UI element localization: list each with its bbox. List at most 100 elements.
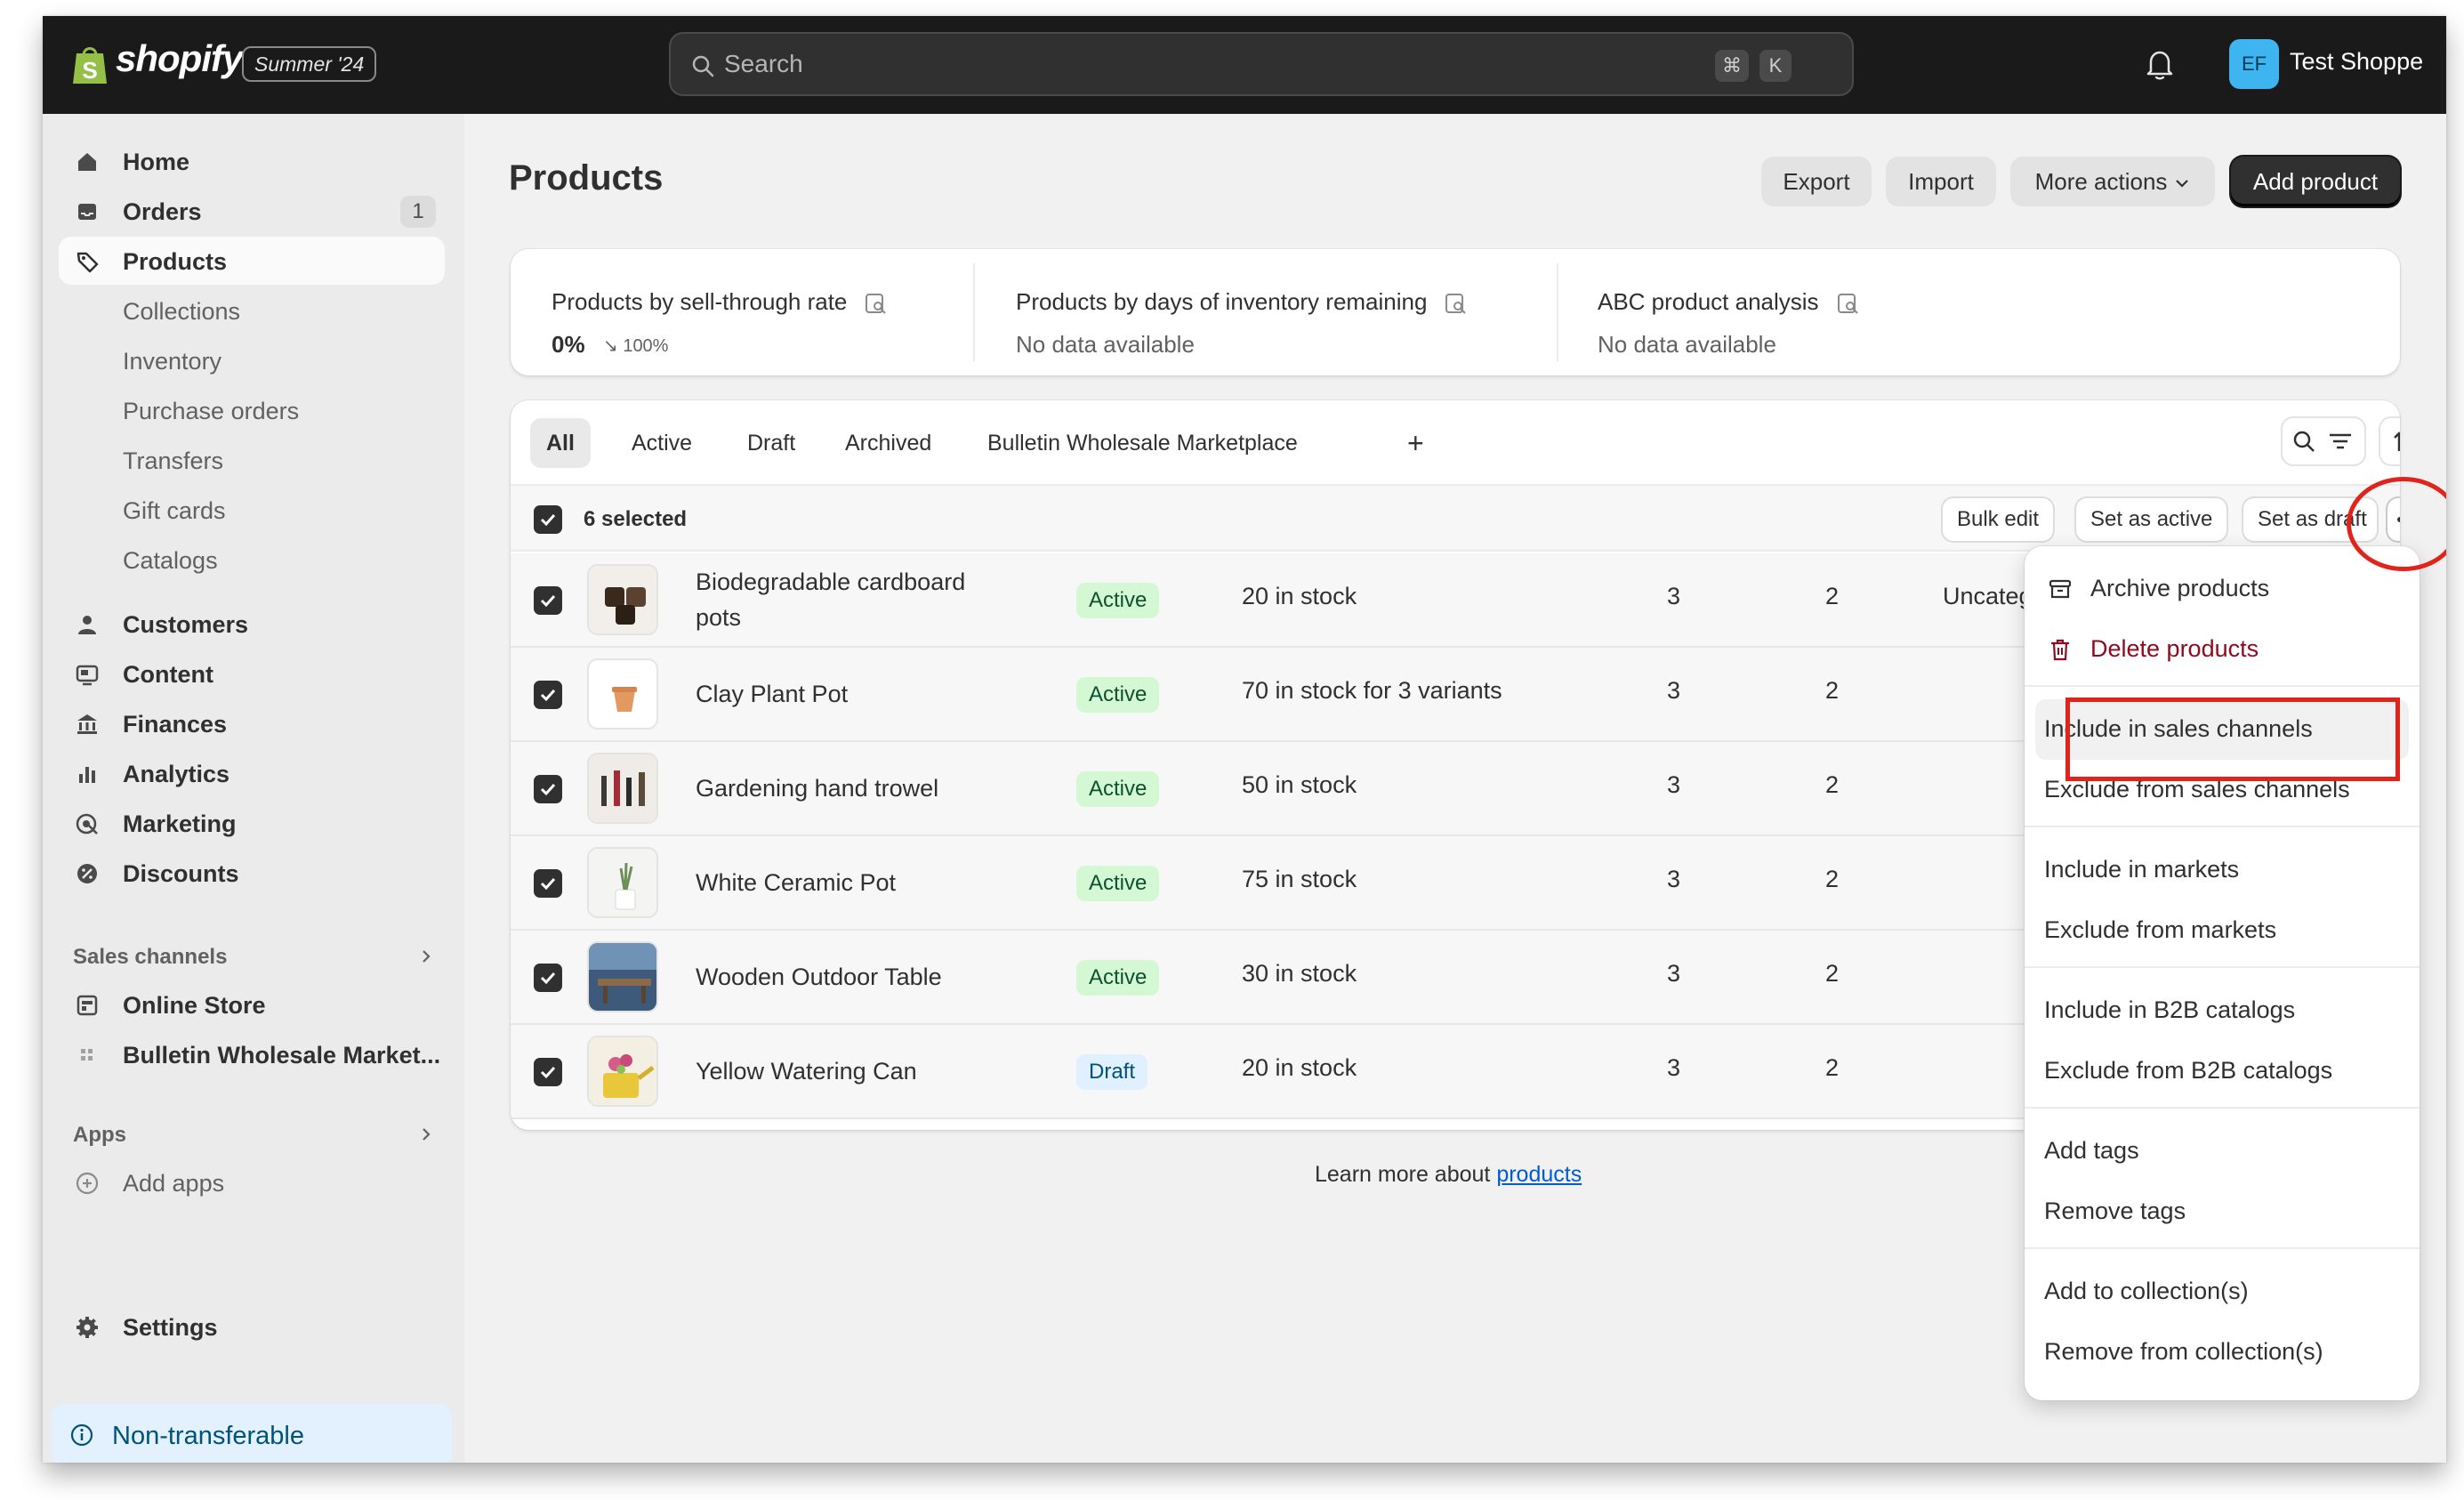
product-name[interactable]: Wooden Outdoor Table	[696, 959, 942, 995]
product-name-line: pots	[696, 604, 742, 631]
target-icon	[76, 813, 98, 835]
menu-item-archive-products[interactable]: Archive products	[2025, 559, 2420, 619]
row-checkbox[interactable]	[534, 1058, 562, 1086]
non-transferable-notice[interactable]: Non-transferable	[52, 1404, 452, 1463]
sidebar-item-home[interactable]: Home	[59, 137, 445, 185]
menu-item-remove-tags[interactable]: Remove tags	[2025, 1181, 2420, 1242]
menu-item-label: Archive products	[2090, 575, 2270, 601]
sidebar-item-add-apps[interactable]: Add apps	[59, 1158, 445, 1206]
row-checkbox[interactable]	[534, 964, 562, 992]
edition-badge[interactable]: Summer '24	[242, 46, 377, 82]
sidebar-item-bulletin-wholesale[interactable]: Bulletin Wholesale Market...	[59, 1030, 445, 1078]
add-view-button[interactable]: +	[1391, 418, 1440, 468]
product-name-line: Biodegradable cardboard	[696, 569, 966, 595]
apps-heading[interactable]: Apps	[73, 1123, 126, 1148]
shopify-wordmark[interactable]: shopify	[116, 37, 243, 80]
menu-item-label: Remove from collection(s)	[2044, 1338, 2323, 1365]
sidebar-item-marketing[interactable]: Marketing	[59, 799, 445, 847]
menu-item-add-to-collections[interactable]: Add to collection(s)	[2025, 1262, 2420, 1322]
product-name[interactable]: Clay Plant Pot	[696, 676, 848, 712]
sidebar-item-customers[interactable]: Customers	[59, 600, 445, 648]
inventory-text: 30 in stock	[1242, 960, 1357, 987]
chevron-down-icon	[2176, 180, 2189, 188]
analytics-title-days-inventory[interactable]: Products by days of inventory remaining	[1016, 288, 1468, 316]
more-actions-button[interactable]: More actions	[2010, 157, 2215, 206]
sidebar-item-label: Home	[123, 149, 190, 175]
row-checkbox[interactable]	[534, 681, 562, 709]
product-name[interactable]: White Ceramic Pot	[696, 865, 896, 900]
sidebar-item-settings[interactable]: Settings	[59, 1302, 445, 1351]
products-help-link[interactable]: products	[1496, 1162, 1582, 1187]
sidebar-item-online-store[interactable]: Online Store	[59, 980, 445, 1028]
search-bar[interactable]: ⌘ K	[669, 32, 1854, 96]
avatar[interactable]: EF	[2229, 39, 2279, 89]
tab-all[interactable]: All	[530, 418, 591, 468]
menu-item-include-b2b-catalogs[interactable]: Include in B2B catalogs	[2025, 980, 2420, 1041]
tab-bulletin-wholesale[interactable]: Bulletin Wholesale Marketplace	[971, 418, 1314, 468]
learn-more-label: Learn more about	[1315, 1162, 1491, 1187]
shopify-bag-icon[interactable]: S	[71, 43, 109, 85]
export-button[interactable]: Export	[1761, 157, 1872, 206]
sort-button[interactable]	[2379, 416, 2400, 466]
product-name[interactable]: Biodegradable cardboard pots	[696, 564, 965, 635]
sidebar-subitem-gift-cards[interactable]: Gift cards	[59, 486, 445, 534]
menu-item-exclude-b2b-catalogs[interactable]: Exclude from B2B catalogs	[2025, 1041, 2420, 1101]
row-checkbox[interactable]	[534, 586, 562, 615]
menu-item-delete-products[interactable]: Delete products	[2025, 619, 2420, 680]
ceramic-pot-image	[589, 849, 656, 916]
sidebar-item-discounts[interactable]: Discounts	[59, 849, 445, 897]
product-name[interactable]: Gardening hand trowel	[696, 770, 938, 806]
product-thumbnail[interactable]	[587, 658, 658, 730]
sidebar-subitem-label: Inventory	[123, 348, 222, 375]
menu-item-add-tags[interactable]: Add tags	[2025, 1121, 2420, 1181]
search-input[interactable]	[724, 46, 1703, 82]
shortcut-key-k: K	[1759, 50, 1792, 82]
analytics-card: Products by sell-through rate 0% ↘ 100% …	[511, 249, 2400, 375]
tab-draft[interactable]: Draft	[731, 418, 811, 468]
sidebar-item-label: Marketing	[123, 810, 237, 837]
analytics-title-abc[interactable]: ABC product analysis	[1598, 288, 1860, 316]
product-name[interactable]: Yellow Watering Can	[696, 1053, 917, 1089]
archive-icon	[2049, 579, 2072, 599]
menu-item-include-markets[interactable]: Include in markets	[2025, 840, 2420, 900]
tab-active[interactable]: Active	[616, 418, 708, 468]
sidebar-subitem-inventory[interactable]: Inventory	[59, 336, 445, 384]
sidebar-subitem-catalogs[interactable]: Catalogs	[59, 536, 445, 584]
sell-through-value: 0%	[552, 331, 585, 358]
bell-icon[interactable]	[2144, 48, 2176, 82]
search-filter-button[interactable]	[2281, 416, 2366, 466]
sidebar-subitem-purchase-orders[interactable]: Purchase orders	[59, 386, 445, 434]
tab-archived[interactable]: Archived	[829, 418, 947, 468]
menu-item-label: Exclude from B2B catalogs	[2044, 1057, 2333, 1084]
sidebar-item-products[interactable]: Products	[59, 237, 445, 285]
highlight-annotation-box	[2065, 698, 2400, 781]
product-thumbnail[interactable]	[587, 564, 658, 635]
product-thumbnail[interactable]	[587, 847, 658, 918]
sales-channels-heading[interactable]: Sales channels	[73, 945, 227, 970]
select-all-checkbox[interactable]	[534, 505, 562, 534]
sidebar-item-label: Add apps	[123, 1170, 225, 1197]
bulk-edit-button[interactable]: Bulk edit	[1943, 498, 2054, 541]
row-checkbox[interactable]	[534, 869, 562, 898]
menu-item-exclude-markets[interactable]: Exclude from markets	[2025, 900, 2420, 961]
set-as-active-button[interactable]: Set as active	[2076, 498, 2227, 541]
person-icon	[78, 616, 96, 634]
product-thumbnail[interactable]	[587, 1036, 658, 1107]
sidebar-subitem-transfers[interactable]: Transfers	[59, 436, 445, 484]
chevron-right-icon[interactable]	[416, 947, 436, 966]
analytics-title-sell-through[interactable]: Products by sell-through rate	[552, 288, 888, 316]
product-thumbnail[interactable]	[587, 941, 658, 1012]
import-button[interactable]: Import	[1886, 157, 1996, 206]
sidebar-subitem-collections[interactable]: Collections	[59, 286, 445, 335]
add-product-button[interactable]: Add product	[2231, 157, 2400, 206]
sidebar-item-content[interactable]: Content	[59, 649, 445, 698]
row-checkbox[interactable]	[534, 775, 562, 803]
sidebar-item-finances[interactable]: Finances	[59, 699, 445, 747]
sidebar-item-analytics[interactable]: Analytics	[59, 749, 445, 797]
store-name[interactable]: Test Shoppe	[2290, 48, 2423, 76]
product-thumbnail[interactable]	[587, 753, 658, 824]
menu-item-remove-from-collections[interactable]: Remove from collection(s)	[2025, 1322, 2420, 1383]
search-icon	[2293, 431, 2315, 452]
chevron-right-icon[interactable]	[416, 1125, 436, 1144]
sidebar-item-orders[interactable]: Orders 1	[59, 187, 445, 235]
